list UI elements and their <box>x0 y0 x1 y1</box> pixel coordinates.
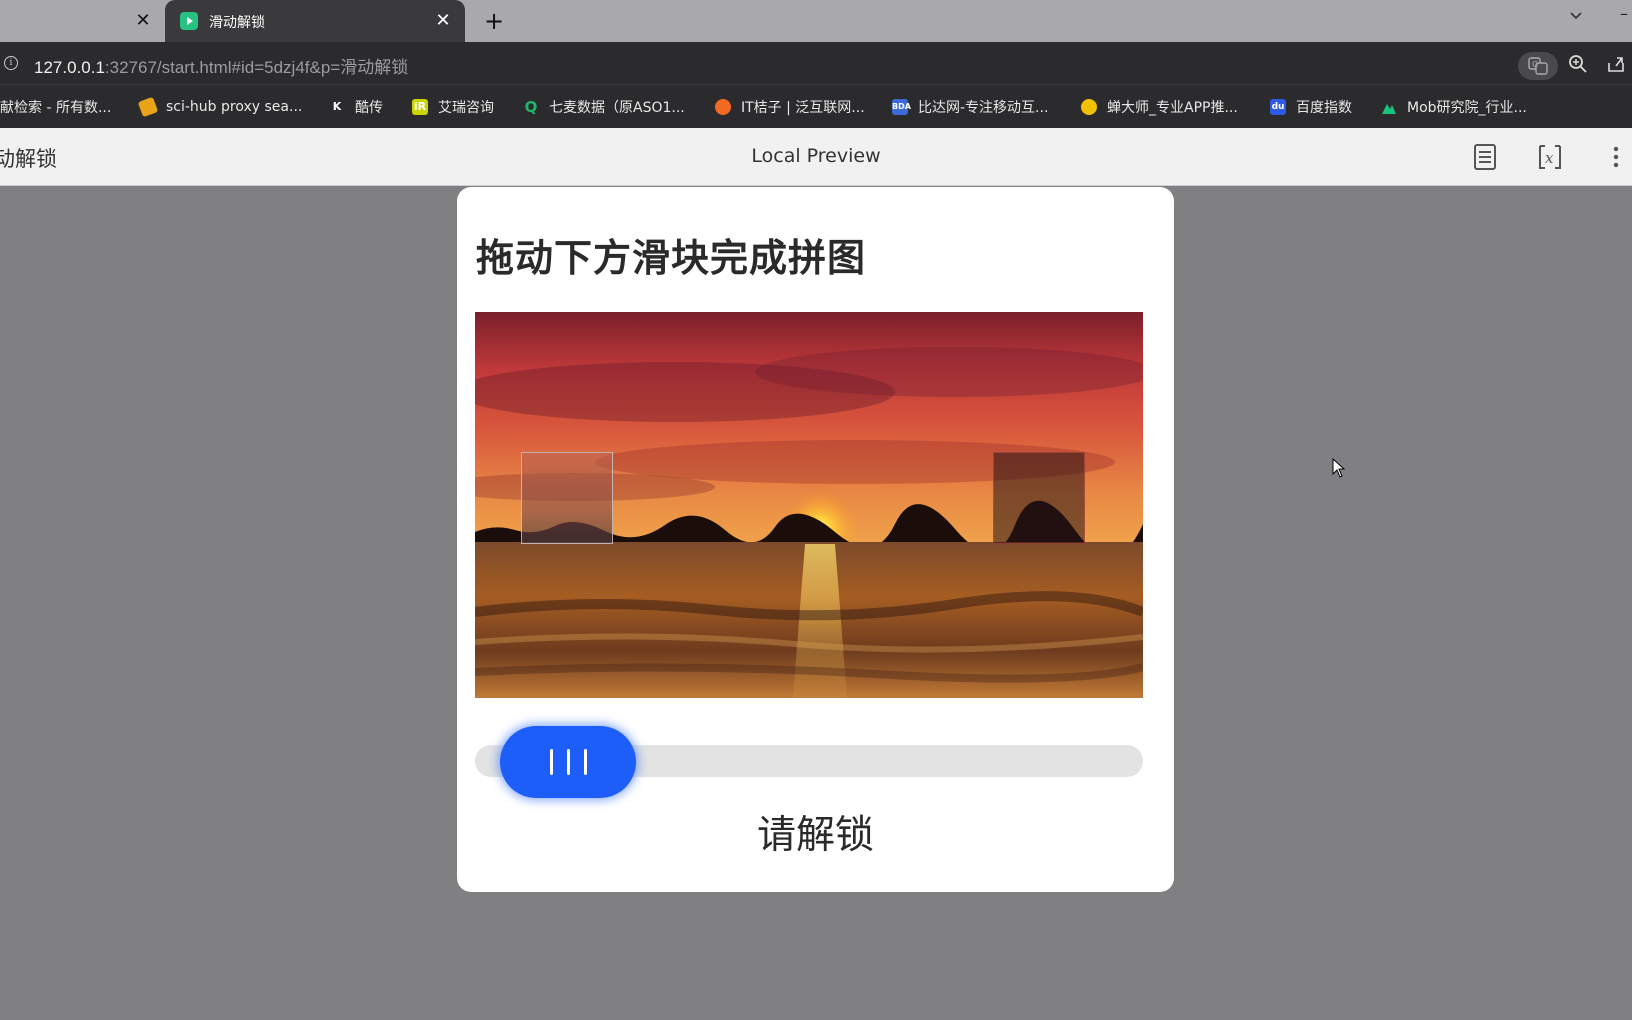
svg-text:G: G <box>1532 60 1538 69</box>
url-field[interactable]: 127.0.0.1:32767/start.html#id=5dzj4f&p=滑… <box>34 53 408 78</box>
bookmark-item[interactable]: du 百度指数 <box>1270 97 1352 117</box>
bookmark-item[interactable]: 蝉大师_专业APP推... <box>1081 97 1238 117</box>
bookmark-label: 献检索 - 所有数... <box>0 100 112 116</box>
bookmark-label: 蝉大师_专业APP推... <box>1107 100 1238 116</box>
baidu-icon: du <box>1270 99 1286 115</box>
puzzle-image <box>475 312 1143 698</box>
zoom-icon[interactable] <box>1568 54 1590 76</box>
bookmark-label: 七麦数据（原ASO1... <box>549 100 685 116</box>
bookmark-item[interactable]: 献检索 - 所有数... <box>0 97 111 117</box>
bookmark-item[interactable]: Mob研究院_行业... <box>1381 97 1527 117</box>
url-path: :32767/start.html#id=5dzj4f&p=滑动解锁 <box>104 58 409 77</box>
tab-strip: ✕ 滑动解锁 ✕ + – <box>0 0 1632 42</box>
page-favicon-icon <box>180 12 198 30</box>
captcha-title: 拖动下方滑块完成拼图 <box>476 236 867 280</box>
svg-text:x: x <box>1545 149 1554 167</box>
bookmark-label: Mob研究院_行业... <box>1407 100 1527 116</box>
mob-icon <box>1381 99 1397 115</box>
puzzle-target-hole <box>993 452 1085 544</box>
bookmark-item[interactable]: K 酷传 <box>329 97 383 117</box>
bookmark-label: 百度指数 <box>1296 100 1352 116</box>
unlock-status-text: 请解锁 <box>756 813 874 858</box>
k-icon: K <box>332 100 342 113</box>
translate-icon[interactable]: G <box>1518 52 1558 80</box>
bookmarks-bar: 献检索 - 所有数... sci-hub proxy sea... K 酷传 i… <box>0 84 1632 128</box>
address-bar: i 127.0.0.1:32767/start.html#id=5dzj4f&p… <box>0 42 1632 84</box>
share-icon[interactable] <box>1606 54 1628 76</box>
bookmark-label: 比达网-专注移动互... <box>918 100 1049 116</box>
variable-icon[interactable]: x <box>1537 144 1563 170</box>
document-icon[interactable] <box>1472 144 1498 170</box>
bookmark-label: IT桔子 | 泛互联网... <box>741 100 865 116</box>
scihub-icon <box>137 96 159 118</box>
bookmark-label: 酷传 <box>355 100 383 116</box>
bookmark-label: 艾瑞咨询 <box>438 100 494 116</box>
url-host: 127.0.0.1 <box>34 58 105 77</box>
bookmark-label: sci-hub proxy sea... <box>166 99 303 115</box>
new-tab-plus-icon[interactable]: + <box>480 7 508 35</box>
ir-icon: iR <box>412 99 428 115</box>
slider-handle[interactable] <box>500 726 636 798</box>
bookmark-item[interactable]: sci-hub proxy sea... <box>137 96 303 118</box>
puzzle-piece <box>521 452 613 544</box>
tab-close-icon[interactable]: ✕ <box>133 10 153 31</box>
bda-icon: BDA <box>892 99 911 115</box>
orange-icon <box>715 99 731 115</box>
captcha-card: 拖动下方滑块完成拼图 请解锁 <box>457 187 1174 892</box>
preview-header: 动解锁 Local Preview x <box>0 128 1632 186</box>
cicada-icon <box>1081 99 1097 115</box>
bookmark-item[interactable]: iR 艾瑞咨询 <box>412 97 494 117</box>
more-vert-icon[interactable] <box>1603 144 1629 170</box>
q-icon: Q <box>524 98 538 116</box>
grip-icon <box>549 749 553 775</box>
tab-inactive[interactable]: ✕ <box>0 0 165 42</box>
preview-title: Local Preview <box>751 145 881 167</box>
tab-title: 滑动解锁 <box>209 15 265 31</box>
tab-search-chevron-icon[interactable] <box>1568 8 1584 24</box>
bookmark-item[interactable]: Q 七麦数据（原ASO1... <box>523 97 685 117</box>
bookmark-item[interactable]: BDA 比达网-专注移动互... <box>892 97 1048 117</box>
tab-active[interactable]: 滑动解锁 ✕ <box>165 0 465 42</box>
site-info-icon[interactable]: i <box>4 56 18 70</box>
grip-icon <box>583 749 587 775</box>
bookmark-item[interactable]: IT桔子 | 泛互联网... <box>715 97 865 117</box>
tab-close-icon[interactable]: ✕ <box>433 10 453 31</box>
grip-icon <box>566 749 570 775</box>
window-minimize-icon[interactable]: – <box>1620 4 1628 23</box>
